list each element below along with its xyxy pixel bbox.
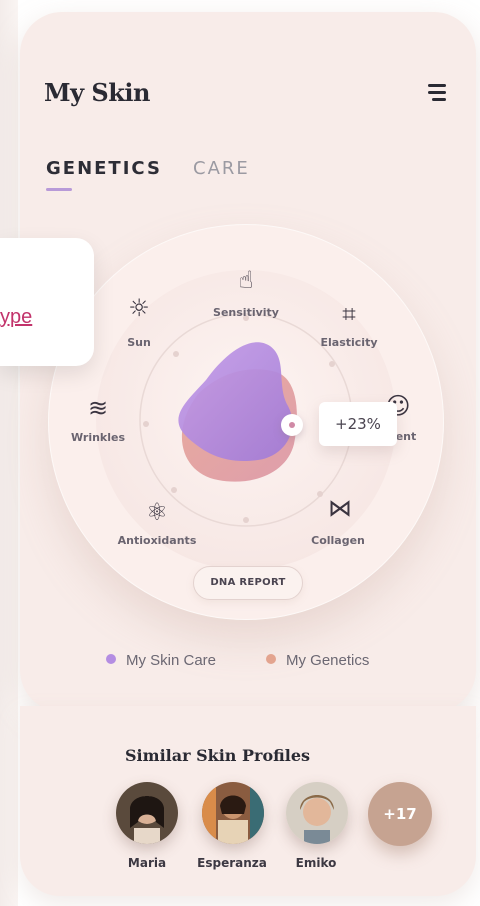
legend-dot-purple [106,654,116,664]
dial-handle[interactable] [281,414,303,436]
avatar-emiko[interactable] [286,782,348,844]
profile-name-esperanza: Esperanza [197,856,267,870]
profile-name-maria: Maria [127,856,167,870]
legend-my-genetics: My Genetics [266,652,369,669]
similar-profiles-title: Similar Skin Profiles [125,746,311,765]
sun-icon: ☼ [128,294,150,322]
percentage-tooltip: +23% [319,402,397,446]
legend-label: My Genetics [286,652,370,669]
profile-name-emiko: Emiko [295,856,337,870]
legend-dot-peach [266,654,276,664]
page-title: My Skin [44,78,150,107]
stretch-square-icon: ⌗ [342,300,356,328]
avatar-esperanza[interactable] [202,782,264,844]
molecule-cluster-icon: ⚛ [146,498,168,526]
avatar-maria[interactable] [116,782,178,844]
category-elasticity: Elasticity [320,336,378,349]
collagen-mesh-icon: ⋈ [328,494,352,522]
tab-genetics[interactable]: GENETICS [46,158,162,179]
skin-type-link[interactable]: ype [0,306,32,329]
category-antioxidants: Antioxidants [117,534,197,547]
dna-report-button[interactable]: DNA REPORT [193,566,303,600]
more-profiles-badge[interactable]: +17 [368,782,432,846]
category-sun: Sun [127,336,151,349]
background-panel-edge [0,0,18,906]
tab-care[interactable]: CARE [193,158,250,179]
waves-icon: ≋ [87,394,109,422]
category-collagen: Collagen [311,534,365,547]
category-pigment-partial: ent [395,430,417,443]
pointer-hand-icon: ☝ [238,266,254,294]
legend-my-skin-care: My Skin Care [106,652,216,669]
hamburger-menu-icon[interactable] [428,84,452,104]
overlapping-card [0,238,94,366]
category-wrinkles: Wrinkles [70,431,126,444]
legend-label: My Skin Care [126,652,217,669]
active-tab-indicator [46,188,72,191]
category-sensitivity: Sensitivity [213,306,279,319]
